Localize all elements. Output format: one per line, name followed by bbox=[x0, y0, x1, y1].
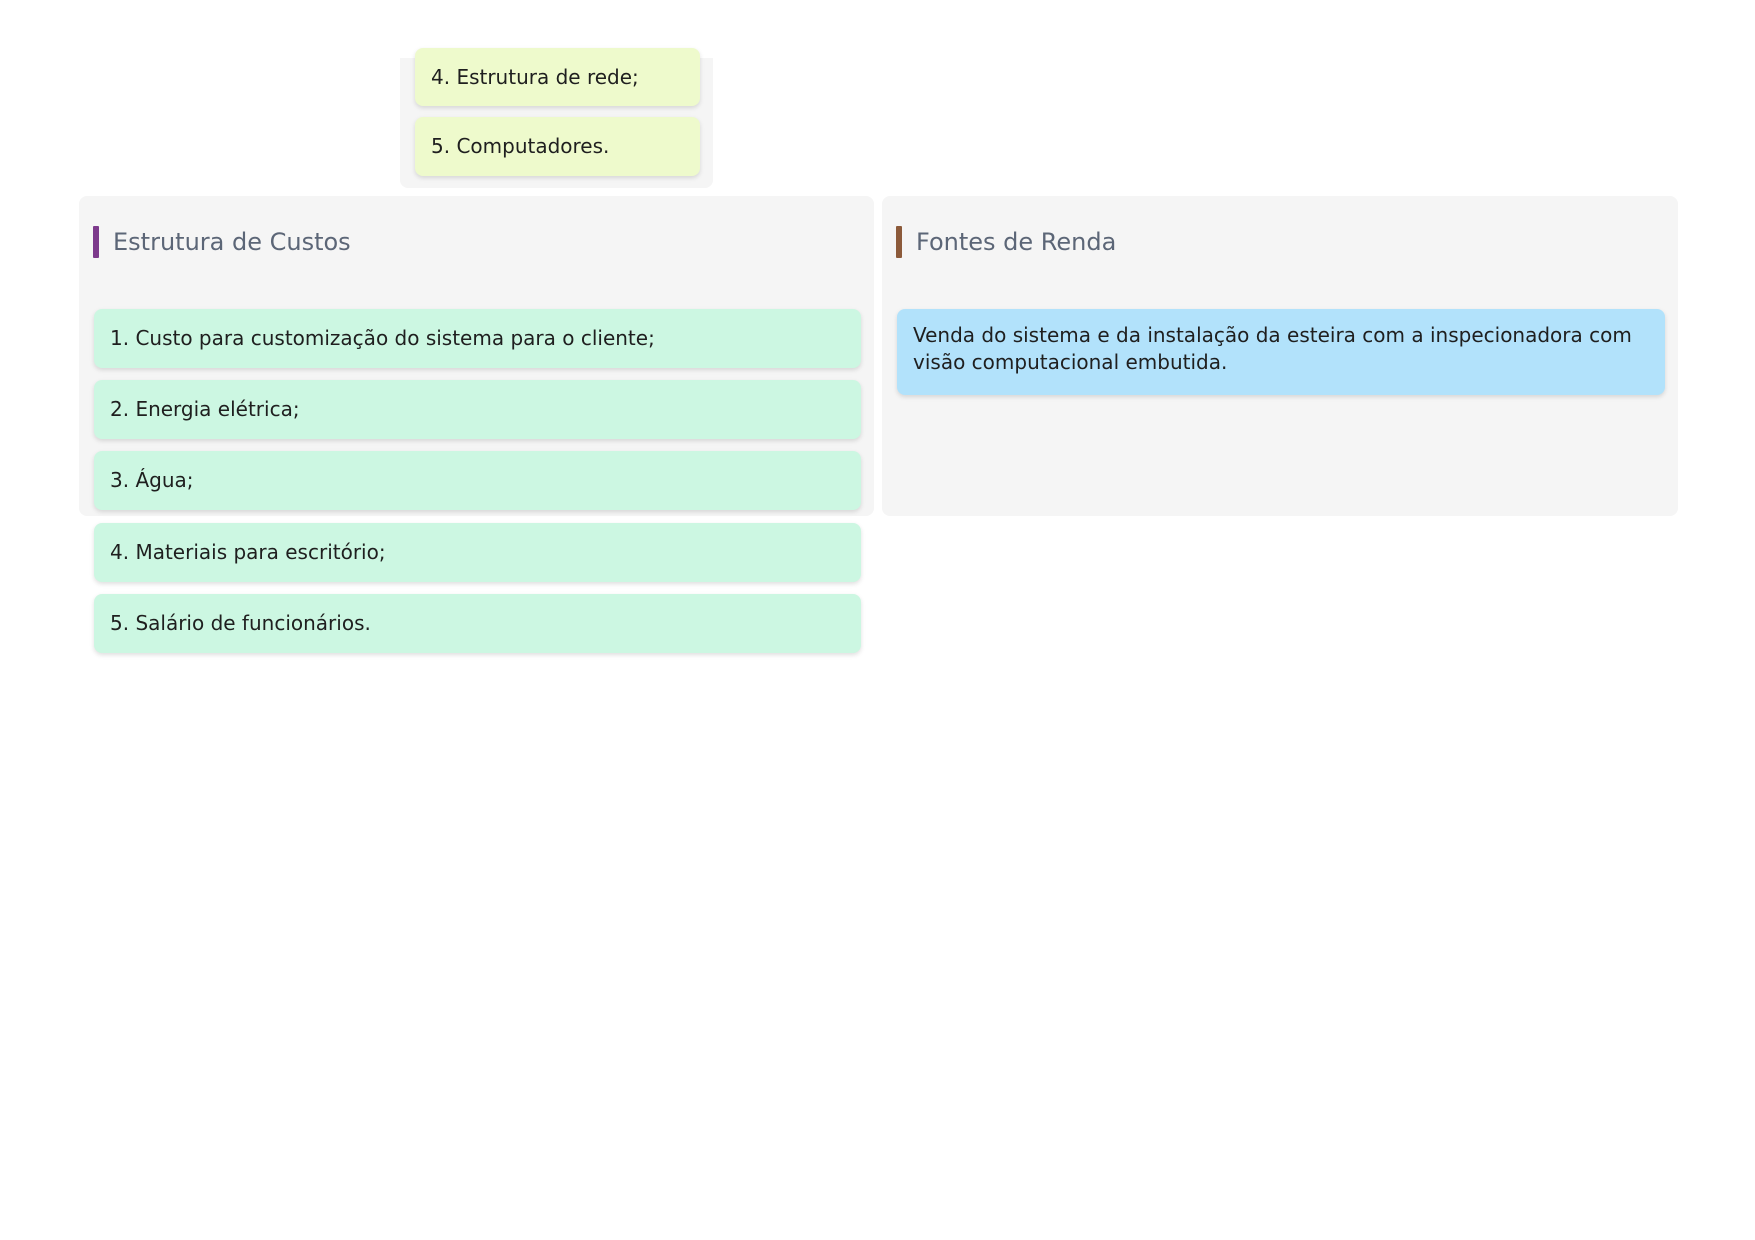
cost-structure-title: Estrutura de Custos bbox=[93, 226, 351, 258]
cost-card-4[interactable]: 4. Materiais para escritório; bbox=[94, 523, 861, 582]
key-resources-card-5[interactable]: 5. Computadores. bbox=[415, 117, 700, 176]
title-accent-bar bbox=[93, 226, 99, 258]
panel-title-text: Fontes de Renda bbox=[916, 228, 1117, 256]
key-resources-card-4[interactable]: 4. Estrutura de rede; bbox=[415, 48, 700, 106]
card-text: 1. Custo para customização do sistema pa… bbox=[110, 326, 655, 350]
cost-card-5[interactable]: 5. Salário de funcionários. bbox=[94, 594, 861, 653]
card-text: Venda do sistema e da instalação da este… bbox=[913, 323, 1632, 374]
revenue-card-1[interactable]: Venda do sistema e da instalação da este… bbox=[897, 309, 1665, 395]
card-text: 4. Materiais para escritório; bbox=[110, 540, 386, 564]
revenue-streams-title: Fontes de Renda bbox=[896, 226, 1116, 258]
cost-card-2[interactable]: 2. Energia elétrica; bbox=[94, 380, 861, 439]
cost-card-3[interactable]: 3. Água; bbox=[94, 451, 861, 510]
card-text: 5. Computadores. bbox=[431, 134, 610, 158]
card-text: 4. Estrutura de rede; bbox=[431, 64, 639, 89]
card-text: 2. Energia elétrica; bbox=[110, 397, 300, 421]
card-text: 5. Salário de funcionários. bbox=[110, 611, 371, 635]
panel-title-text: Estrutura de Custos bbox=[113, 228, 351, 256]
cost-card-1[interactable]: 1. Custo para customização do sistema pa… bbox=[94, 309, 861, 368]
title-accent-bar bbox=[896, 226, 902, 258]
card-text: 3. Água; bbox=[110, 468, 194, 492]
